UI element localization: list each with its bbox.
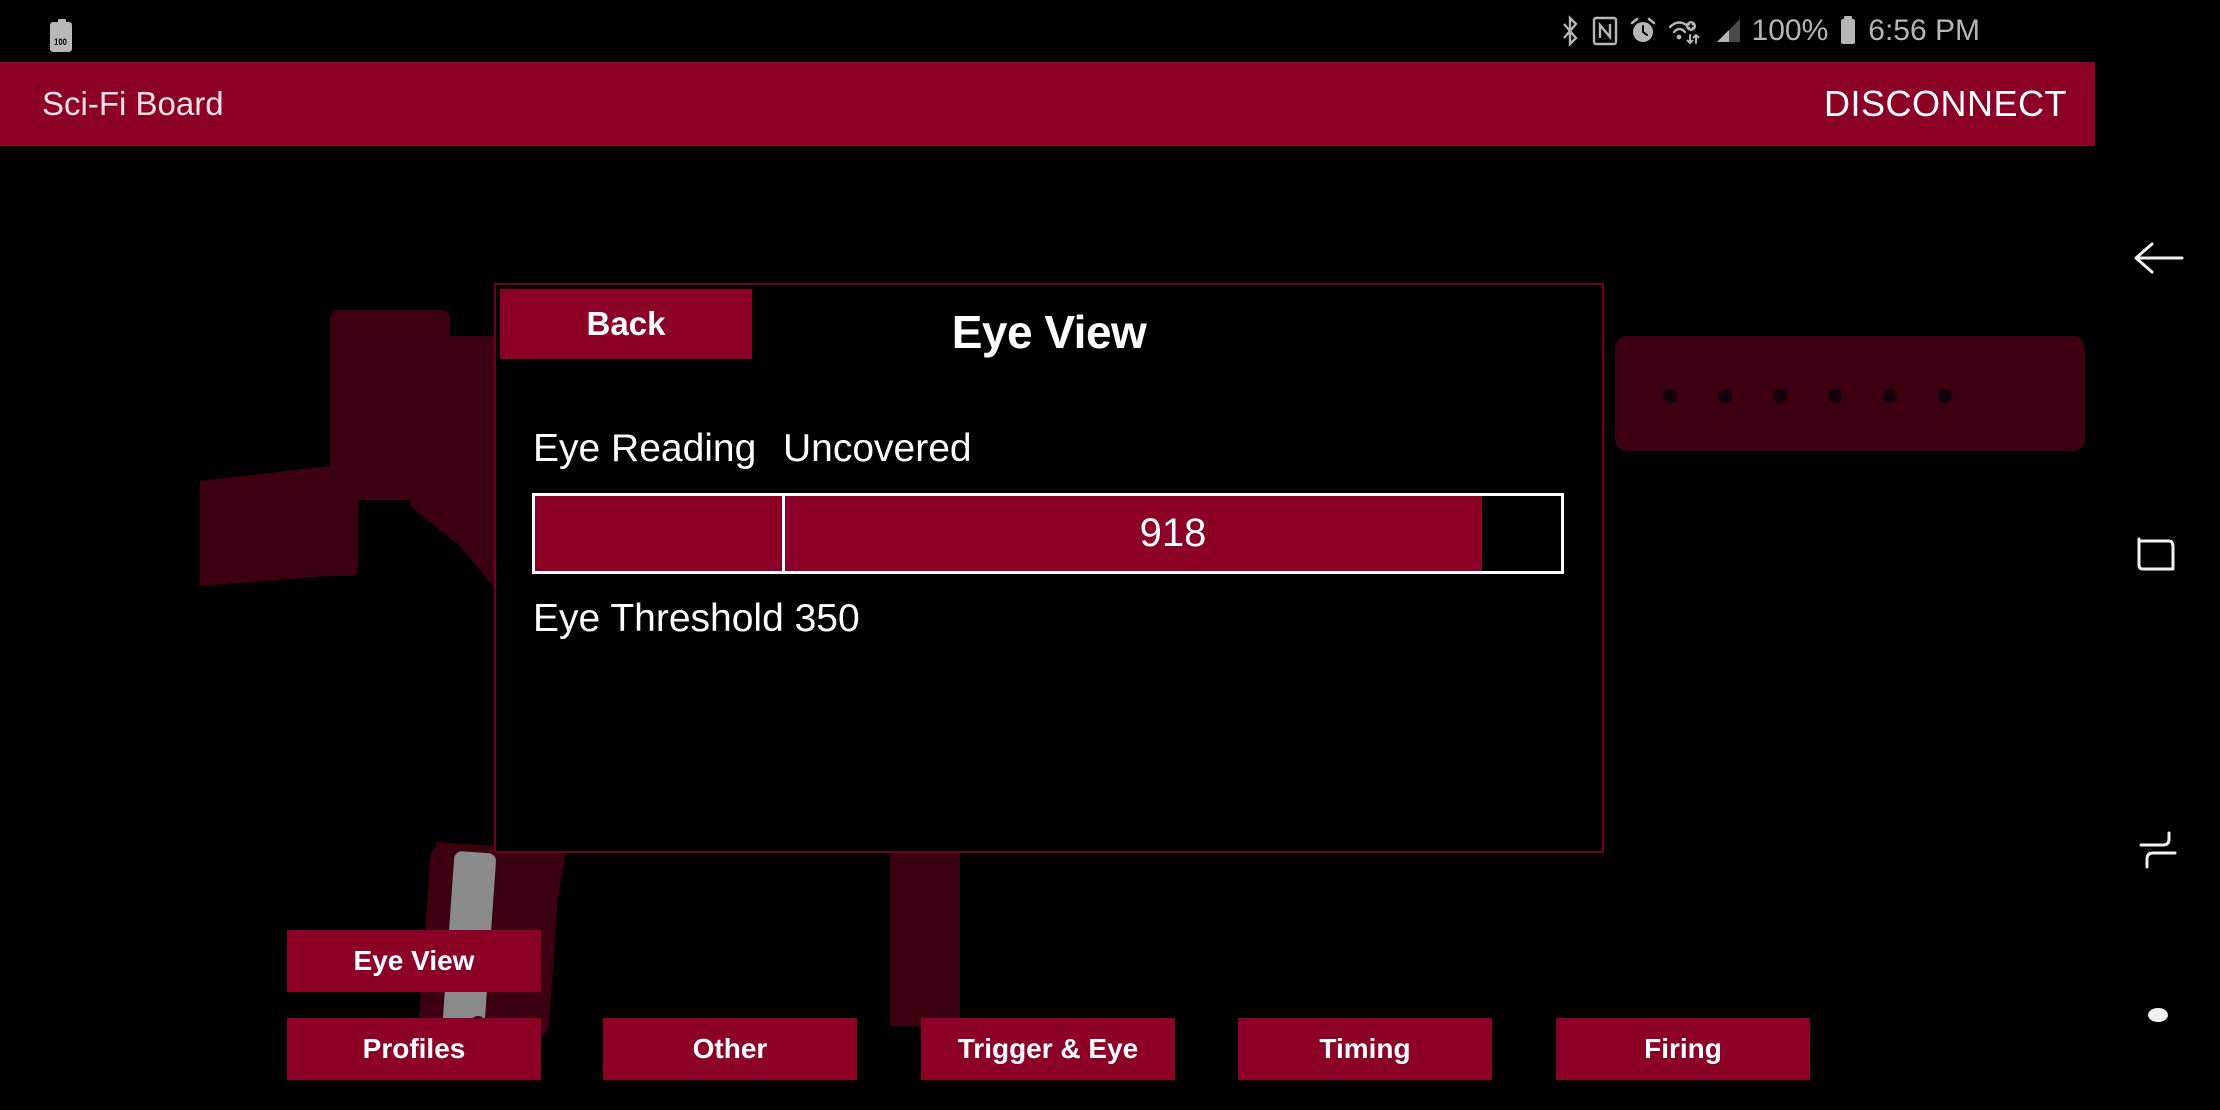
eye-reading-state: Uncovered <box>783 427 972 470</box>
battery-percent-label: 100% <box>1751 14 1829 47</box>
bluetooth-icon <box>1558 15 1582 47</box>
gauge-track: 918 <box>785 496 1561 571</box>
wifi-transfer-icon <box>1668 15 1702 47</box>
btn-trigger-and-eye[interactable]: Trigger & Eye <box>921 1018 1175 1080</box>
android-nav-rail <box>2095 0 2220 1110</box>
gauge-left-block <box>535 496 785 571</box>
btn-profiles[interactable]: Profiles <box>287 1018 541 1080</box>
cellular-signal-icon <box>1712 16 1742 46</box>
home-dot-icon <box>2095 985 2220 1045</box>
btn-eye-view[interactable]: Eye View <box>287 930 541 992</box>
dialog-title: Eye View <box>951 306 1147 358</box>
phone-screen: 100 100% 6:56 PM Sci-Fi Board DISCONNECT… <box>0 0 2220 1110</box>
nfc-icon <box>1592 16 1618 46</box>
alarm-icon <box>1628 16 1658 46</box>
eye-reading-label: Eye Reading <box>533 427 757 470</box>
eye-reading-gauge: 918 <box>532 493 1564 574</box>
page-title: Sci-Fi Board <box>42 85 224 122</box>
recents-square-icon[interactable] <box>2095 515 2220 595</box>
app-bar: Sci-Fi Board DISCONNECT <box>0 62 2095 146</box>
home-dot-shape <box>2147 1008 2168 1022</box>
btn-other[interactable]: Other <box>603 1018 857 1080</box>
disconnect-button[interactable]: DISCONNECT <box>1824 83 2067 125</box>
battery-full-icon <box>1838 15 1858 47</box>
status-bar-right: 100% 6:56 PM <box>1558 0 1980 62</box>
status-bar-left: 100 <box>50 19 72 52</box>
btn-timing[interactable]: Timing <box>1238 1018 1492 1080</box>
eye-view-dialog: Back Eye View Eye Reading Uncovered 918 … <box>494 283 1604 853</box>
status-bar: 100 100% 6:56 PM <box>0 0 2095 62</box>
split-screen-icon[interactable] <box>2095 810 2220 890</box>
battery-badge-label: 100 <box>54 37 68 47</box>
back-arrow-icon[interactable] <box>2095 218 2220 298</box>
gauge-value-label: 918 <box>1139 511 1207 555</box>
btn-firing[interactable]: Firing <box>1556 1018 1810 1080</box>
clock-label: 6:56 PM <box>1868 14 1980 47</box>
eye-reading-row: Eye Reading Uncovered <box>533 427 1533 471</box>
eye-threshold-label: Eye Threshold 350 <box>533 597 860 640</box>
battery-badge-icon: 100 <box>50 19 72 52</box>
